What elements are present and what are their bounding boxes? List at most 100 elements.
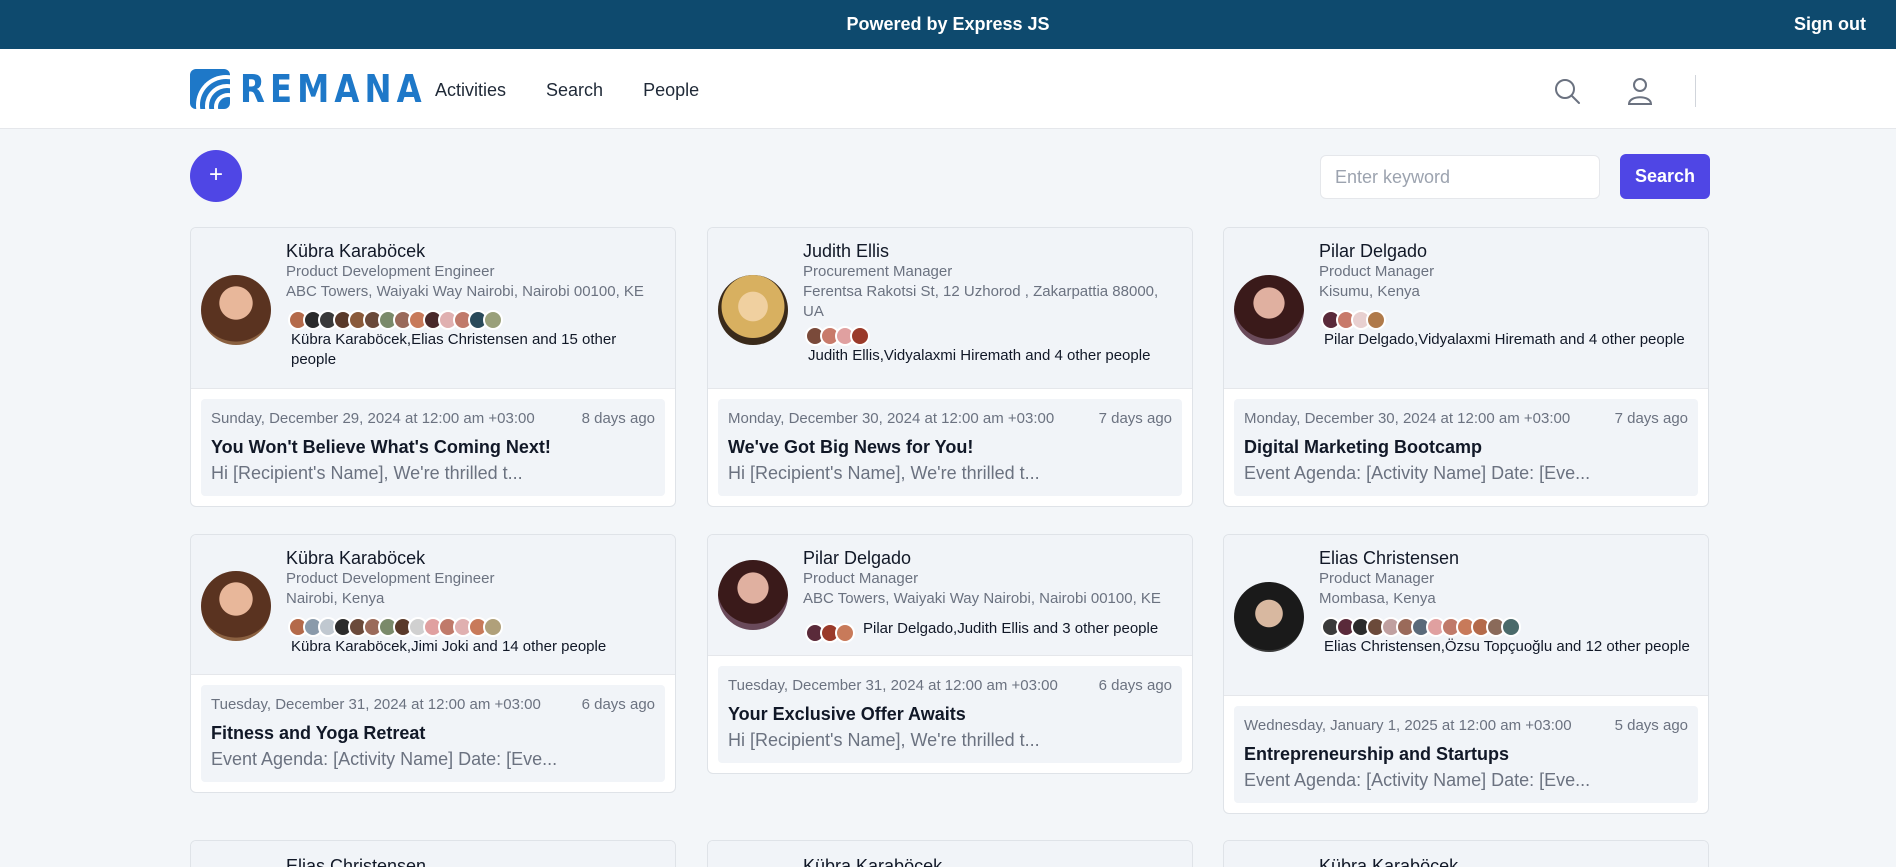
activity-post[interactable]: Sunday, December 29, 2024 at 12:00 am +0… [201, 399, 665, 496]
participant-avatars[interactable] [286, 310, 665, 330]
post-age: 7 days ago [1098, 410, 1172, 427]
post-date: Monday, December 30, 2024 at 12:00 am +0… [1244, 410, 1571, 427]
author-location: Kisumu, Kenya [1319, 283, 1420, 300]
author-role: Procurement Manager [803, 263, 953, 280]
post-meta: Tuesday, December 31, 2024 at 12:00 am +… [728, 676, 1172, 696]
search-button[interactable]: Search [1620, 154, 1710, 199]
search-icon[interactable] [1553, 77, 1581, 105]
post-title: Digital Marketing Bootcamp [1244, 437, 1483, 457]
author-name[interactable]: Elias Christensen [286, 855, 665, 867]
nav-links: Activities Search People [435, 80, 699, 101]
nav-link-search[interactable]: Search [546, 80, 603, 101]
participants-summary: Pilar Delgado,Vidyalaxmi Hiremath and 4 … [1324, 331, 1685, 348]
participants-summary: Elias Christensen,Özsu Topçuoğlu and 12 … [1324, 638, 1690, 655]
post-date: Monday, December 30, 2024 at 12:00 am +0… [728, 410, 1055, 427]
card-header: Pilar Delgado Product Manager Kisumu, Ke… [1224, 228, 1708, 389]
post-date: Tuesday, December 31, 2024 at 12:00 am +… [728, 677, 1058, 694]
author-location: ABC Towers, Waiyaki Way Nairobi, Nairobi… [286, 283, 644, 300]
post-date: Sunday, December 29, 2024 at 12:00 am +0… [211, 410, 535, 427]
author-location: Mombasa, Kenya [1319, 590, 1436, 607]
nav-icons [1553, 75, 1696, 107]
activity-card: Judith Ellis Procurement Manager Ferents… [707, 227, 1193, 507]
avatar[interactable] [718, 560, 788, 630]
post-age: 6 days ago [1098, 677, 1172, 694]
activity-post[interactable]: Wednesday, January 1, 2025 at 12:00 am +… [1234, 706, 1698, 803]
card-header: Judith Ellis Procurement Manager Ferents… [708, 228, 1192, 389]
sign-out-link[interactable]: Sign out [1794, 14, 1866, 35]
avatar[interactable] [1234, 582, 1304, 652]
author-location: Nairobi, Kenya [286, 590, 385, 607]
participants-summary: Kübra Karaböcek,Jimi Joki and 14 other p… [291, 638, 607, 655]
logo-mark-icon [190, 69, 230, 109]
card-header: Pilar Delgado Product Manager ABC Towers… [708, 535, 1192, 656]
participant-avatars[interactable] [803, 623, 855, 643]
card-header: Kübra Karaböcek [708, 841, 1192, 867]
activity-card: Kübra Karaböcek Product Development Engi… [190, 227, 676, 507]
post-age: 8 days ago [581, 410, 655, 427]
post-excerpt: Hi [Recipient's Name], We're thrilled t.… [211, 463, 523, 483]
activity-post[interactable]: Monday, December 30, 2024 at 12:00 am +0… [1234, 399, 1698, 496]
author-name[interactable]: Kübra Karaböcek [286, 240, 665, 262]
author-name[interactable]: Kübra Karaböcek [1319, 855, 1698, 867]
post-title: We've Got Big News for You! [728, 437, 974, 457]
author-name[interactable]: Judith Ellis [803, 240, 1182, 262]
activity-post[interactable]: Tuesday, December 31, 2024 at 12:00 am +… [718, 666, 1182, 763]
author-name[interactable]: Elias Christensen [1319, 547, 1698, 569]
participant-avatars[interactable] [1319, 310, 1698, 330]
remana-logo[interactable]: REMANA [190, 67, 460, 111]
nav-link-people[interactable]: People [643, 80, 699, 101]
post-excerpt: Event Agenda: [Activity Name] Date: [Eve… [1244, 463, 1591, 483]
powered-by-text: Powered by Express JS [846, 14, 1050, 34]
card-body: Monday, December 30, 2024 at 12:00 am +0… [708, 389, 1192, 506]
post-meta: Wednesday, January 1, 2025 at 12:00 am +… [1244, 716, 1688, 736]
avatar[interactable] [201, 275, 271, 345]
post-date: Tuesday, December 31, 2024 at 12:00 am +… [211, 696, 541, 713]
post-age: 7 days ago [1614, 410, 1688, 427]
author-name[interactable]: Kübra Karaböcek [803, 855, 1182, 867]
post-age: 5 days ago [1614, 717, 1688, 734]
card-body: Sunday, December 29, 2024 at 12:00 am +0… [191, 389, 675, 506]
post-title: Your Exclusive Offer Awaits [728, 704, 966, 724]
participants-summary: Kübra Karaböcek,Elias Christensen and 15… [291, 331, 617, 368]
post-excerpt: Hi [Recipient's Name], We're thrilled t.… [728, 730, 1040, 750]
author-role: Product Development Engineer [286, 570, 495, 587]
participant-avatars[interactable] [286, 617, 665, 637]
add-activity-button[interactable]: + [190, 150, 242, 202]
post-meta: Monday, December 30, 2024 at 12:00 am +0… [1244, 409, 1688, 429]
post-date: Wednesday, January 1, 2025 at 12:00 am +… [1244, 717, 1572, 734]
logo-text: REMANA [240, 67, 427, 111]
participant-avatars[interactable] [803, 326, 1182, 346]
author-name[interactable]: Pilar Delgado [803, 547, 1182, 569]
activity-post[interactable]: Tuesday, December 31, 2024 at 12:00 am +… [201, 685, 665, 782]
activity-card: Elias Christensen [190, 840, 676, 867]
activity-post[interactable]: Monday, December 30, 2024 at 12:00 am +0… [718, 399, 1182, 496]
author-role: Product Manager [1319, 263, 1435, 280]
activity-card: Elias Christensen Product Manager Mombas… [1223, 534, 1709, 814]
author-role: Product Manager [1319, 570, 1435, 587]
card-header: Elias Christensen Product Manager Mombas… [1224, 535, 1708, 696]
participants-summary: Pilar Delgado,Judith Ellis and 3 other p… [863, 620, 1159, 637]
avatar[interactable] [1234, 275, 1304, 345]
keyword-search-input[interactable] [1320, 155, 1600, 199]
post-meta: Monday, December 30, 2024 at 12:00 am +0… [728, 409, 1172, 429]
activity-card: Kübra Karaböcek [707, 840, 1193, 867]
author-name[interactable]: Pilar Delgado [1319, 240, 1698, 262]
author-name[interactable]: Kübra Karaböcek [286, 547, 665, 569]
post-excerpt: Event Agenda: [Activity Name] Date: [Eve… [1244, 770, 1591, 790]
card-header: Elias Christensen [191, 841, 675, 867]
card-header: Kübra Karaböcek Product Development Engi… [191, 228, 675, 389]
author-role: Product Development Engineer [286, 263, 495, 280]
nav-link-activities[interactable]: Activities [435, 80, 506, 101]
post-age: 6 days ago [581, 696, 655, 713]
post-title: Fitness and Yoga Retreat [211, 723, 426, 743]
participant-avatars[interactable] [1319, 617, 1698, 637]
top-banner: Powered by Express JS Sign out [0, 0, 1896, 49]
post-title: Entrepreneurship and Startups [1244, 744, 1510, 764]
card-body: Tuesday, December 31, 2024 at 12:00 am +… [708, 656, 1192, 773]
post-meta: Sunday, December 29, 2024 at 12:00 am +0… [211, 409, 655, 429]
user-icon[interactable] [1627, 76, 1653, 106]
post-meta: Tuesday, December 31, 2024 at 12:00 am +… [211, 695, 655, 715]
avatar[interactable] [201, 571, 271, 641]
card-body: Wednesday, January 1, 2025 at 12:00 am +… [1224, 696, 1708, 813]
avatar[interactable] [718, 275, 788, 345]
